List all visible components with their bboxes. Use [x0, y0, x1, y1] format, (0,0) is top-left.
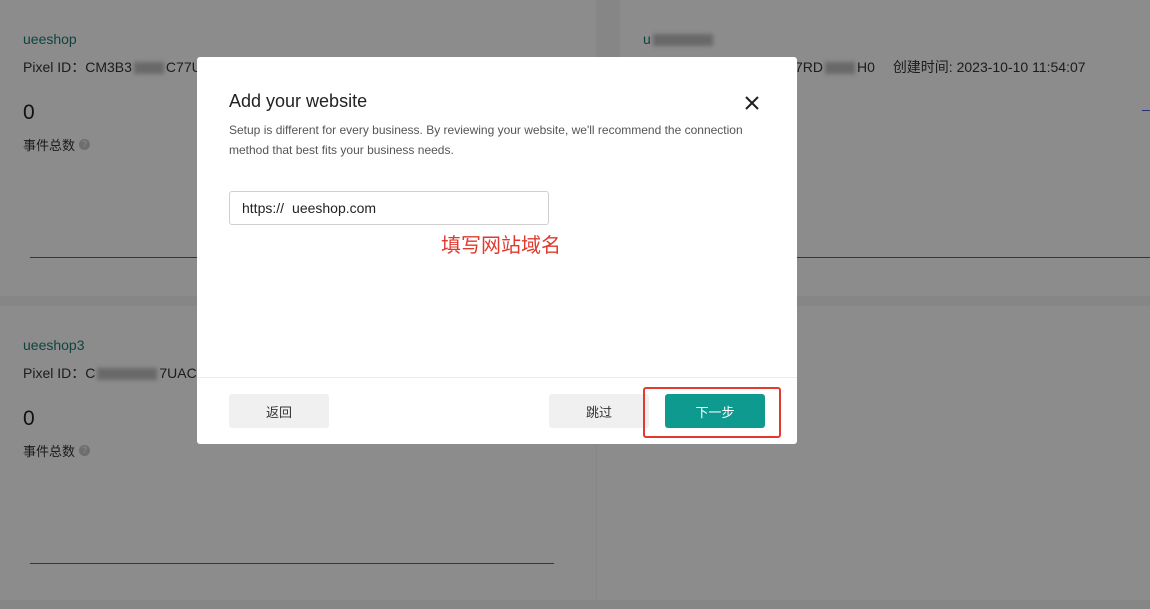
add-website-dialog: Add your website Setup is different for …: [197, 57, 797, 444]
skip-button[interactable]: 跳过: [549, 394, 649, 428]
page: ueeshop Pixel ID：CM3B3 C77U4M 0 事件总数 ? u …: [0, 0, 1150, 609]
dialog-description: Setup is different for every business. B…: [229, 123, 743, 157]
url-value[interactable]: ueeshop.com: [292, 200, 376, 216]
website-url-input[interactable]: https:// ueeshop.com: [229, 191, 549, 225]
url-prefix: https://: [242, 200, 285, 216]
dialog-title: Add your website: [229, 91, 368, 111]
annotation-note: 填写网站域名: [441, 235, 561, 257]
highlight-annotation-box: [643, 387, 781, 438]
footer-divider: [197, 377, 797, 378]
back-button[interactable]: 返回: [229, 394, 329, 428]
close-icon[interactable]: [741, 92, 763, 114]
